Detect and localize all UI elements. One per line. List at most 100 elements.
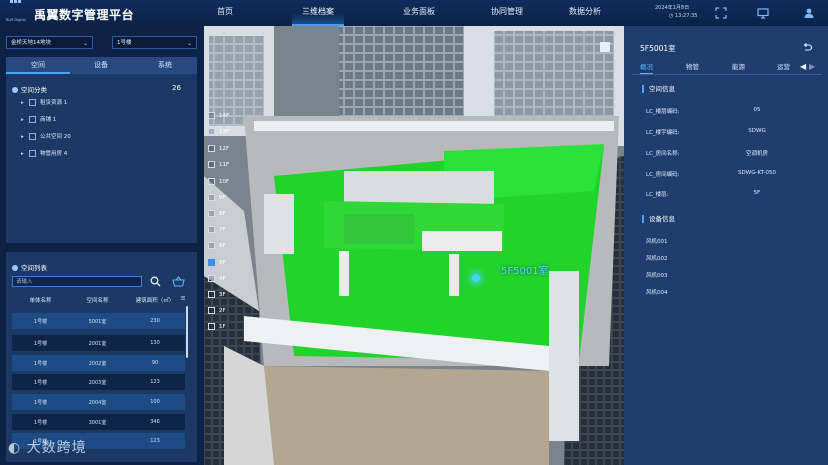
- device-item[interactable]: 风机003: [646, 271, 668, 279]
- checkbox[interactable]: [208, 128, 215, 135]
- floor-item[interactable]: 9F: [208, 194, 226, 201]
- floor-item[interactable]: 3F: [208, 291, 226, 298]
- tab-overview[interactable]: 概况: [640, 61, 653, 74]
- checkbox[interactable]: [29, 150, 36, 157]
- info-key: LC_楼宇编码:: [646, 130, 680, 136]
- tab-space[interactable]: 空间: [6, 57, 70, 74]
- prev-tab-icon[interactable]: ◀: [800, 62, 806, 71]
- nav-3d-archive[interactable]: 三维档案: [292, 0, 344, 26]
- basket-icon[interactable]: [172, 276, 185, 287]
- checkbox[interactable]: [208, 307, 215, 314]
- table-row[interactable]: 1号楼 3001室 346: [12, 414, 185, 430]
- checkbox[interactable]: [29, 99, 36, 106]
- table-row[interactable]: 1号楼 2004室 100: [12, 394, 185, 410]
- floor-item[interactable]: 14F: [208, 112, 229, 119]
- nav-home[interactable]: 首页: [205, 0, 245, 26]
- floor-item[interactable]: 6F: [208, 242, 226, 249]
- user-icon[interactable]: [803, 7, 815, 19]
- fullscreen-icon[interactable]: [715, 7, 727, 19]
- checkbox[interactable]: [208, 210, 215, 217]
- checkbox[interactable]: [208, 112, 215, 119]
- cell-building: 1号楼: [33, 420, 48, 426]
- search-placeholder: 请输入: [16, 279, 33, 285]
- tab-equipment[interactable]: 设备: [69, 57, 133, 74]
- nav-collaboration[interactable]: 协同管理: [481, 0, 533, 26]
- tab-property[interactable]: 物管: [686, 61, 699, 71]
- 3d-viewport[interactable]: [204, 26, 624, 465]
- next-tab-icon[interactable]: ▶: [809, 62, 815, 71]
- room-marker[interactable]: [472, 274, 480, 282]
- floor-item-checked[interactable]: 5F: [208, 259, 226, 266]
- nav-data-analysis[interactable]: 数据分析: [559, 0, 611, 26]
- table-row[interactable]: 1号楼 2001室 130: [12, 335, 185, 351]
- site-select[interactable]: 金桥天地14地块 ⌄: [6, 36, 93, 49]
- tab-system[interactable]: 系统: [133, 57, 197, 74]
- checkbox[interactable]: [208, 145, 215, 152]
- col-building: 单体名称: [29, 298, 52, 304]
- caret-right-icon[interactable]: ▸: [21, 100, 29, 106]
- tree-item[interactable]: ▸ 公共空间 20: [21, 132, 71, 140]
- caret-right-icon[interactable]: ▸: [21, 117, 29, 123]
- checkbox[interactable]: [29, 133, 36, 140]
- room-label[interactable]: 5F5001室: [501, 262, 549, 277]
- tree-item[interactable]: ▸ 商铺 1: [21, 115, 56, 123]
- list-toggle-icon[interactable]: [600, 42, 610, 52]
- device-item[interactable]: 风机004: [646, 288, 668, 296]
- floor-label: 10F: [219, 179, 230, 185]
- checkbox[interactable]: [208, 194, 215, 201]
- checkbox-checked[interactable]: [208, 259, 215, 266]
- info-value: 5F: [753, 190, 761, 196]
- tree-root[interactable]: 空间分类: [12, 84, 47, 94]
- building-model[interactable]: [204, 26, 624, 465]
- cell-building: 1号楼: [33, 341, 48, 347]
- device-item[interactable]: 风机002: [646, 254, 668, 262]
- floor-item[interactable]: 2F: [208, 307, 226, 314]
- floor-label: 2F: [219, 308, 226, 314]
- table-row[interactable]: 1号楼 2003室 123: [12, 374, 185, 390]
- table-header: 单体名称 空间名称 建筑面积（㎡） ☰: [12, 296, 188, 308]
- floor-item[interactable]: 12F: [208, 145, 229, 152]
- nav-business-panel[interactable]: 业务面板: [393, 0, 445, 26]
- floor-selector: 14F 13F 12F 11F 10F 9F 8F 7F 6F 5F 4F 3F…: [204, 105, 236, 337]
- table-scrollbar[interactable]: [186, 306, 188, 358]
- floor-item[interactable]: 8F: [208, 210, 226, 217]
- floor-item[interactable]: 4F: [208, 275, 226, 282]
- filter-icon[interactable]: ☰: [178, 296, 188, 302]
- caret-right-icon[interactable]: ▸: [21, 151, 29, 157]
- caret-right-icon[interactable]: ▸: [21, 134, 29, 140]
- checkbox[interactable]: [29, 116, 36, 123]
- tab-operation[interactable]: 运营: [777, 61, 790, 71]
- tab-energy[interactable]: 能源: [732, 61, 745, 71]
- back-icon[interactable]: [802, 43, 812, 53]
- checkbox[interactable]: [208, 275, 215, 282]
- device-item[interactable]: 风机001: [646, 237, 668, 245]
- checkbox[interactable]: [208, 242, 215, 249]
- checkbox[interactable]: [208, 226, 215, 233]
- info-key: LC_房间名称:: [646, 151, 680, 157]
- watermark-logo-icon: ◐: [8, 440, 22, 456]
- category-dot-icon: [12, 87, 18, 93]
- checkbox[interactable]: [208, 291, 215, 298]
- table-row[interactable]: 1号楼 2002室 90: [12, 355, 185, 371]
- floor-item[interactable]: 7F: [208, 226, 226, 233]
- search-input[interactable]: 请输入: [12, 276, 142, 287]
- table-row[interactable]: 1号楼 5001室 230: [12, 313, 185, 329]
- checkbox[interactable]: [208, 178, 215, 185]
- cell-building: 1号楼: [33, 400, 48, 406]
- datetime: 2024年1月8日 ◷ 13:27:35: [655, 4, 697, 20]
- cell-building: 1号楼: [33, 319, 48, 325]
- tree-item[interactable]: ▸ 物管用房 4: [21, 149, 67, 157]
- floor-item[interactable]: 13F: [208, 128, 229, 135]
- checkbox[interactable]: [208, 161, 215, 168]
- search-icon[interactable]: [150, 276, 161, 287]
- checkbox[interactable]: [208, 323, 215, 330]
- monitor-icon[interactable]: [757, 7, 769, 19]
- floor-item[interactable]: 1F: [208, 323, 226, 330]
- watermark-text: 大数跨境: [26, 440, 87, 456]
- site-select-value: 金桥天地14地块: [11, 40, 51, 46]
- tree-item[interactable]: ▸ 租赁资源 1: [21, 98, 67, 106]
- building-select[interactable]: 1号楼 ⌄: [112, 36, 197, 49]
- floor-item[interactable]: 11F: [208, 161, 229, 168]
- space-info-title: 空间信息: [642, 85, 675, 93]
- floor-item[interactable]: 10F: [208, 178, 229, 185]
